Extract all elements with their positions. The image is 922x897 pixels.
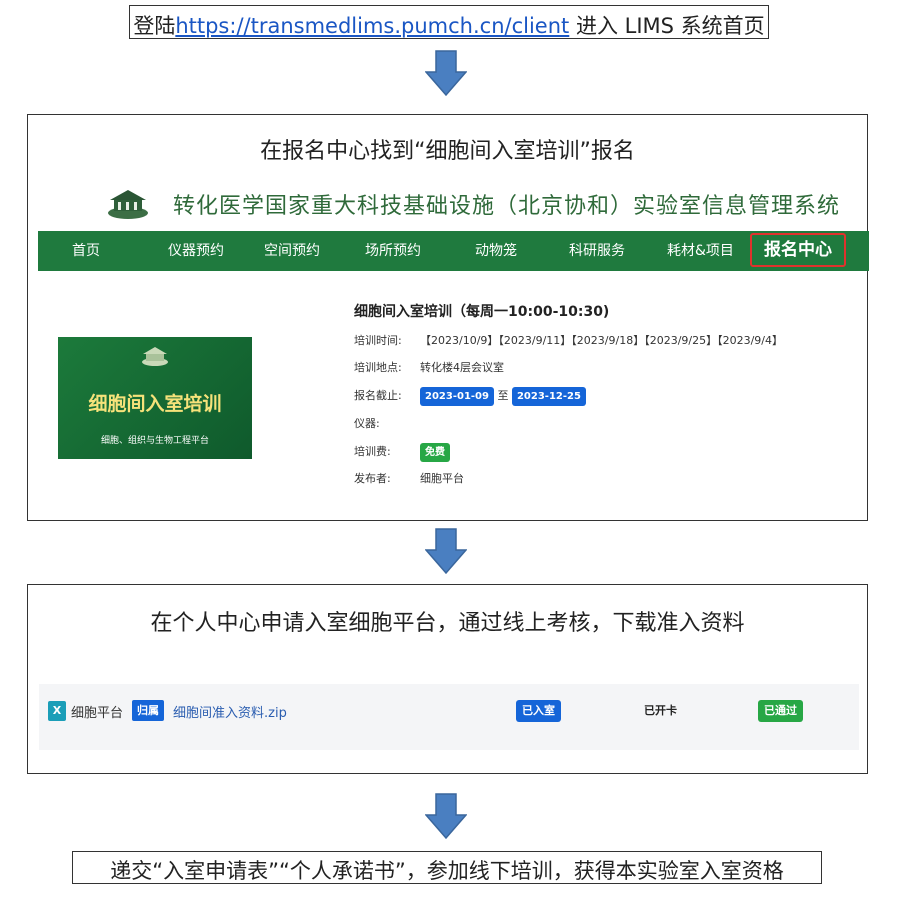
training-time-row: 培训时间: 【2023/10/9】【2023/9/11】【2023/9/18】【2… xyxy=(354,331,783,351)
deadline-end-badge: 2023-12-25 xyxy=(511,387,586,406)
publisher-label: 发布者: xyxy=(354,472,391,485)
card-status: 已开卡 xyxy=(644,704,677,717)
nav-consumables-projects[interactable]: 耗材&项目 xyxy=(667,231,734,271)
access-file-row: X 细胞平台 归属 细胞间准入资料.zip 已入室 已开卡 已通过 xyxy=(39,684,859,750)
step2-caption: 在报名中心找到“细胞间入室培训”报名 xyxy=(260,139,635,164)
system-banner: 转化医学国家重大科技基础设施（北京协和）实验室信息管理系统 xyxy=(38,179,859,229)
entered-status: 已入室 xyxy=(516,699,561,722)
course-cover-image[interactable]: 细胞间入室培训 细胞、组织与生物工程平台 xyxy=(58,337,252,459)
deadline-separator: 至 xyxy=(497,389,509,402)
training-time-label: 培训时间: xyxy=(354,334,402,347)
training-place-label: 培训地点: xyxy=(354,361,402,374)
fee-label: 培训费: xyxy=(354,445,391,458)
nav-research-service[interactable]: 科研服务 xyxy=(569,231,625,271)
training-place-value: 转化楼4层会议室 xyxy=(420,361,504,374)
nav-instrument-booking[interactable]: 仪器预约 xyxy=(168,231,224,271)
step1-prefix: 登陆 xyxy=(133,14,176,38)
pumch-logo-icon xyxy=(108,190,148,219)
belongs-tag: 归属 xyxy=(132,700,164,721)
fee-row: 培训费: 免费 xyxy=(354,442,450,462)
publisher-value: 细胞平台 xyxy=(420,472,464,485)
cover-subtitle: 细胞、组织与生物工程平台 xyxy=(100,436,209,446)
deadline-start-badge: 2023-01-09 xyxy=(420,387,494,406)
passed-status-badge: 已通过 xyxy=(758,700,803,722)
step1-text: 登陆https://transmedlims.pumch.cn/client 进… xyxy=(130,10,768,40)
cover-title: 细胞间入室培训 xyxy=(88,393,222,415)
nav-animal-cage[interactable]: 动物笼 xyxy=(475,231,517,271)
publisher-row: 发布者: 细胞平台 xyxy=(354,469,464,489)
training-time-value: 【2023/10/9】【2023/9/11】【2023/9/18】【2023/9… xyxy=(420,334,784,347)
step4-box: 递交“入室申请表”“个人承诺书”，参加线下培训，获得本实验室入室资格 xyxy=(72,851,822,884)
passed-status: 已通过 xyxy=(758,699,803,722)
nav-space-booking[interactable]: 空间预约 xyxy=(264,231,320,271)
course-title[interactable]: 细胞间入室培训（每周一10:00-10:30) xyxy=(354,301,609,321)
instrument-row: 仪器: xyxy=(354,414,420,434)
deadline-row: 报名截止: 2023-01-09 至 2023-12-25 xyxy=(354,386,586,406)
down-arrow-icon xyxy=(425,50,467,96)
personal-center-panel: 在个人中心申请入室细胞平台，通过线上考核，下载准入资料 X 细胞平台 归属 细胞… xyxy=(27,584,868,774)
system-title: 转化医学国家重大科技基础设施（北京协和）实验室信息管理系统 xyxy=(173,194,841,219)
down-arrow-icon xyxy=(425,793,467,839)
entered-status-badge: 已入室 xyxy=(516,700,561,722)
instrument-label: 仪器: xyxy=(354,417,380,430)
access-file-download-link[interactable]: 细胞间准入资料.zip xyxy=(173,702,287,721)
platform-x-icon: X xyxy=(48,701,66,721)
signup-center-panel: 在报名中心找到“细胞间入室培训”报名 转化医学国家重大科技基础设施（北京协和）实… xyxy=(27,114,869,521)
training-place-row: 培训地点: 转化楼4层会议室 xyxy=(354,358,504,378)
fee-badge: 免费 xyxy=(420,443,450,462)
nav-venue-booking[interactable]: 场所预约 xyxy=(365,231,421,271)
pumch-emblem-icon xyxy=(142,347,168,366)
step1-suffix: 进入 LIMS 系统首页 xyxy=(569,14,765,38)
platform-name: 细胞平台 xyxy=(71,706,124,721)
lims-url-link[interactable]: https://transmedlims.pumch.cn/client xyxy=(175,14,569,38)
nav-signup-center[interactable]: 报名中心 xyxy=(750,233,846,267)
step1-box: 登陆https://transmedlims.pumch.cn/client 进… xyxy=(129,5,769,39)
step4-text: 递交“入室申请表”“个人承诺书”，参加线下培训，获得本实验室入室资格 xyxy=(110,859,784,883)
step3-caption: 在个人中心申请入室细胞平台，通过线上考核，下载准入资料 xyxy=(150,611,745,636)
main-navbar: 首页 仪器预约 空间预约 场所预约 动物笼 科研服务 耗材&项目 报名中心 xyxy=(38,231,869,271)
nav-home[interactable]: 首页 xyxy=(72,231,100,271)
deadline-label: 报名截止: xyxy=(354,389,402,402)
down-arrow-icon xyxy=(425,528,467,574)
